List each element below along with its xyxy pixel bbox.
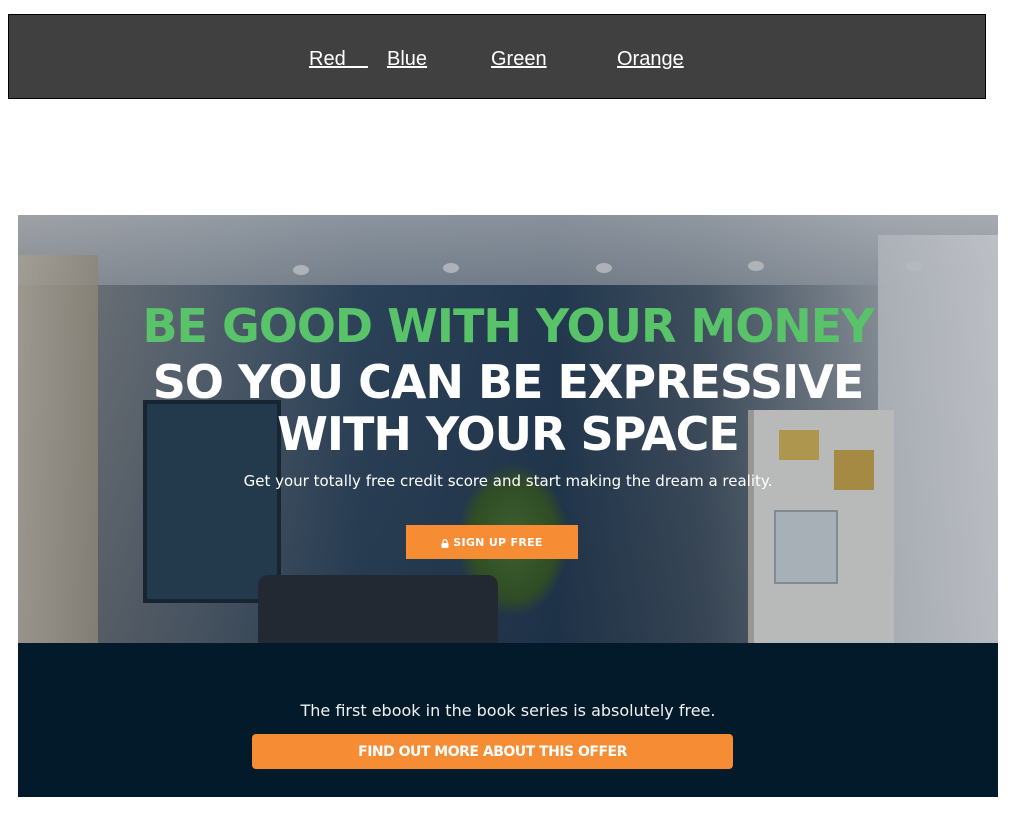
lock-icon	[441, 538, 449, 548]
find-out-more-button[interactable]: FIND OUT MORE ABOUT THIS OFFER	[252, 734, 733, 769]
hero-headline-line1: BE GOOD WITH YOUR MONEY	[142, 299, 874, 353]
nav-link-red[interactable]: Red	[309, 48, 368, 71]
hero-headline-line2: SO YOU CAN BE EXPRESSIVE	[152, 355, 865, 409]
nav-link-green[interactable]: Green	[491, 48, 547, 71]
hero-banner: BE GOOD WITH YOUR MONEY SO YOU CAN BE EX…	[18, 215, 998, 643]
hero-headline-line3: WITH YOUR SPACE	[277, 407, 740, 461]
hero-subtext: Get your totally free credit score and s…	[243, 472, 773, 490]
offer-band: The first ebook in the book series is ab…	[18, 643, 998, 797]
nav-link-blue[interactable]: Blue	[387, 48, 427, 71]
sign-up-free-button[interactable]: SIGN UP FREE	[406, 525, 578, 559]
color-nav-bar: Red Blue Green Orange	[8, 14, 986, 99]
offer-band-text: The first ebook in the book series is ab…	[300, 701, 716, 720]
sign-up-free-label: SIGN UP FREE	[453, 535, 543, 549]
nav-link-orange[interactable]: Orange	[617, 48, 684, 71]
